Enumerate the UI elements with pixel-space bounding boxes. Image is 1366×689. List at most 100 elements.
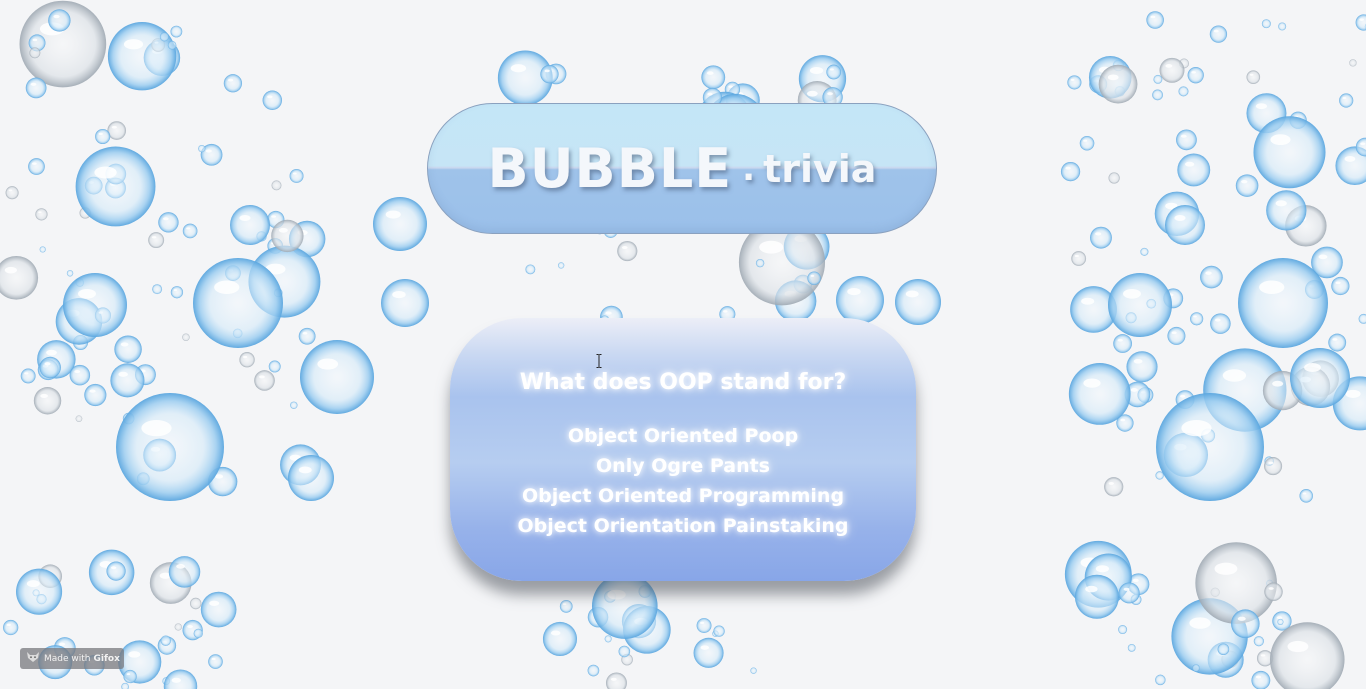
bubble-highlight	[128, 651, 141, 658]
bubble-icon	[271, 219, 304, 253]
bubble-icon	[167, 40, 177, 50]
bubble-icon	[1167, 326, 1186, 345]
bubble-highlight	[163, 217, 169, 221]
bubble-highlight	[723, 310, 728, 313]
bubble-icon	[1152, 89, 1163, 101]
bubble-icon	[193, 628, 203, 638]
bubble-highlight	[607, 589, 626, 600]
bubble-highlight	[4, 266, 17, 274]
bubble-icon	[1210, 313, 1231, 334]
answer-option-2[interactable]: Only Ogre Pants	[450, 451, 916, 481]
bubble-icon	[1113, 334, 1132, 353]
bubble-highlight	[1304, 363, 1321, 372]
bubble-icon	[1165, 205, 1205, 245]
bubble-icon	[0, 256, 39, 300]
bubble-icon	[16, 568, 63, 615]
bubble-icon	[605, 672, 627, 689]
bubble-icon	[1266, 190, 1307, 231]
bubble-icon	[290, 401, 298, 409]
bubble-highlight	[610, 677, 617, 681]
bubble-highlight	[44, 362, 51, 366]
bubble-icon	[1331, 276, 1350, 296]
bubble-highlight	[1065, 166, 1071, 170]
watermark-prefix: Made with	[44, 653, 91, 664]
bubble-icon	[1156, 393, 1264, 501]
bubble-icon	[604, 635, 612, 643]
bubble-highlight	[1332, 338, 1338, 341]
bubble-icon	[298, 327, 316, 345]
bubble-icon	[1299, 489, 1313, 503]
bubble-icon	[696, 618, 712, 633]
bubble-icon	[750, 667, 757, 674]
bubble-icon	[1277, 618, 1284, 625]
bubble-icon	[174, 623, 182, 631]
bubble-highlight	[38, 211, 42, 214]
bubble-icon	[826, 64, 842, 80]
bubble-highlight	[32, 38, 38, 42]
bubble-icon	[381, 279, 429, 327]
bubble-highlight	[209, 600, 220, 606]
bubble-highlight	[1272, 380, 1284, 387]
question-card: What does OOP stand for? Object Oriented…	[450, 318, 916, 581]
answer-option-1[interactable]: Object Oriented Poop	[450, 421, 916, 451]
bubble-highlight	[1268, 461, 1274, 465]
bubble-icon	[540, 64, 559, 84]
bubble-highlight	[1180, 134, 1187, 138]
bubble-icon	[1090, 226, 1112, 249]
bubble-highlight	[239, 215, 251, 221]
bubble-icon	[39, 356, 61, 379]
bubble-icon	[1068, 363, 1131, 425]
bubble-highlight	[228, 78, 234, 82]
bubble-icon	[158, 212, 179, 233]
bubble-highlight	[53, 14, 60, 19]
bubble-highlight	[110, 566, 117, 570]
bubble-highlight	[1171, 331, 1177, 335]
bubble-icon	[271, 180, 282, 191]
bubble-highlight	[1070, 78, 1075, 81]
bubble-icon	[254, 370, 275, 391]
bubble-highlight	[118, 371, 128, 377]
text-cursor-icon	[596, 354, 602, 368]
bubble-icon	[48, 9, 71, 32]
bubble-highlight	[111, 125, 117, 129]
bubble-icon	[1355, 14, 1366, 31]
bubble-highlight	[94, 166, 117, 179]
bubble-highlight	[905, 290, 919, 298]
answer-option-3[interactable]: Object Oriented Programming	[450, 481, 916, 511]
bubble-highlight	[1185, 161, 1195, 167]
bubble-icon	[807, 271, 821, 285]
bubble-icon	[66, 270, 74, 277]
bubble-highlight	[1276, 616, 1283, 620]
title-separator: .	[742, 148, 756, 189]
bubble-icon	[193, 258, 283, 348]
bubble-highlight	[1259, 280, 1285, 294]
bubble-icon	[262, 90, 283, 110]
bubble-highlight	[317, 358, 339, 370]
bubble-icon	[1238, 258, 1328, 348]
bubble-highlight	[1130, 388, 1138, 392]
bubble-icon	[28, 158, 45, 175]
bubble-highlight	[827, 92, 833, 96]
bubble-icon	[1146, 11, 1164, 29]
bubble-icon	[1217, 643, 1230, 656]
bubble-icon	[116, 393, 224, 501]
bubble-icon	[591, 573, 658, 639]
title-banner: BUBBLE . trivia	[427, 103, 937, 234]
bubble-icon	[1253, 116, 1326, 189]
bubble-icon	[1153, 74, 1163, 84]
bubble-icon	[617, 240, 638, 262]
bubble-icon	[160, 635, 171, 646]
bubble-highlight	[1191, 71, 1196, 74]
bubble-highlight	[242, 355, 248, 359]
bubble-highlight	[605, 311, 612, 315]
bubble-icon	[1118, 625, 1128, 635]
bubble-highlight	[707, 92, 713, 96]
bubble-highlight	[1123, 289, 1141, 299]
bubble-icon	[106, 561, 126, 581]
bubble-highlight	[1181, 420, 1212, 437]
answer-option-4[interactable]: Object Orientation Painstaking	[450, 511, 916, 541]
bubble-icon	[1190, 312, 1204, 326]
bubble-icon	[75, 146, 156, 227]
bubble-highlight	[30, 82, 37, 86]
bubble-highlight	[847, 288, 861, 296]
